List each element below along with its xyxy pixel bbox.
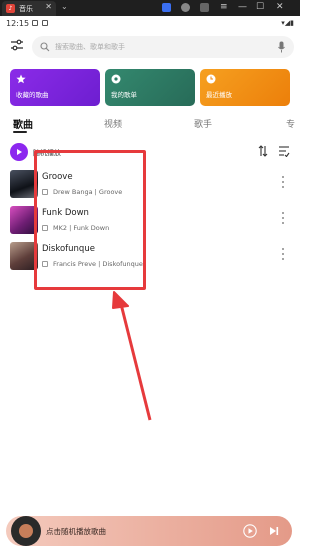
- annotation-arrow: [112, 291, 152, 421]
- next-track-icon[interactable]: [267, 524, 281, 538]
- player-label: 点击随机播放歌曲: [46, 527, 106, 536]
- app-window: ♪ 音乐 ✕ ⌄ ≡ — ☐ ✕ 12:15 ▾◢▮ 搜索歌曲、歌单和歌手 收藏…: [0, 0, 300, 550]
- album-disc-icon: [11, 516, 41, 546]
- mini-player[interactable]: 点击随机播放歌曲: [6, 516, 292, 546]
- play-button[interactable]: [243, 524, 257, 538]
